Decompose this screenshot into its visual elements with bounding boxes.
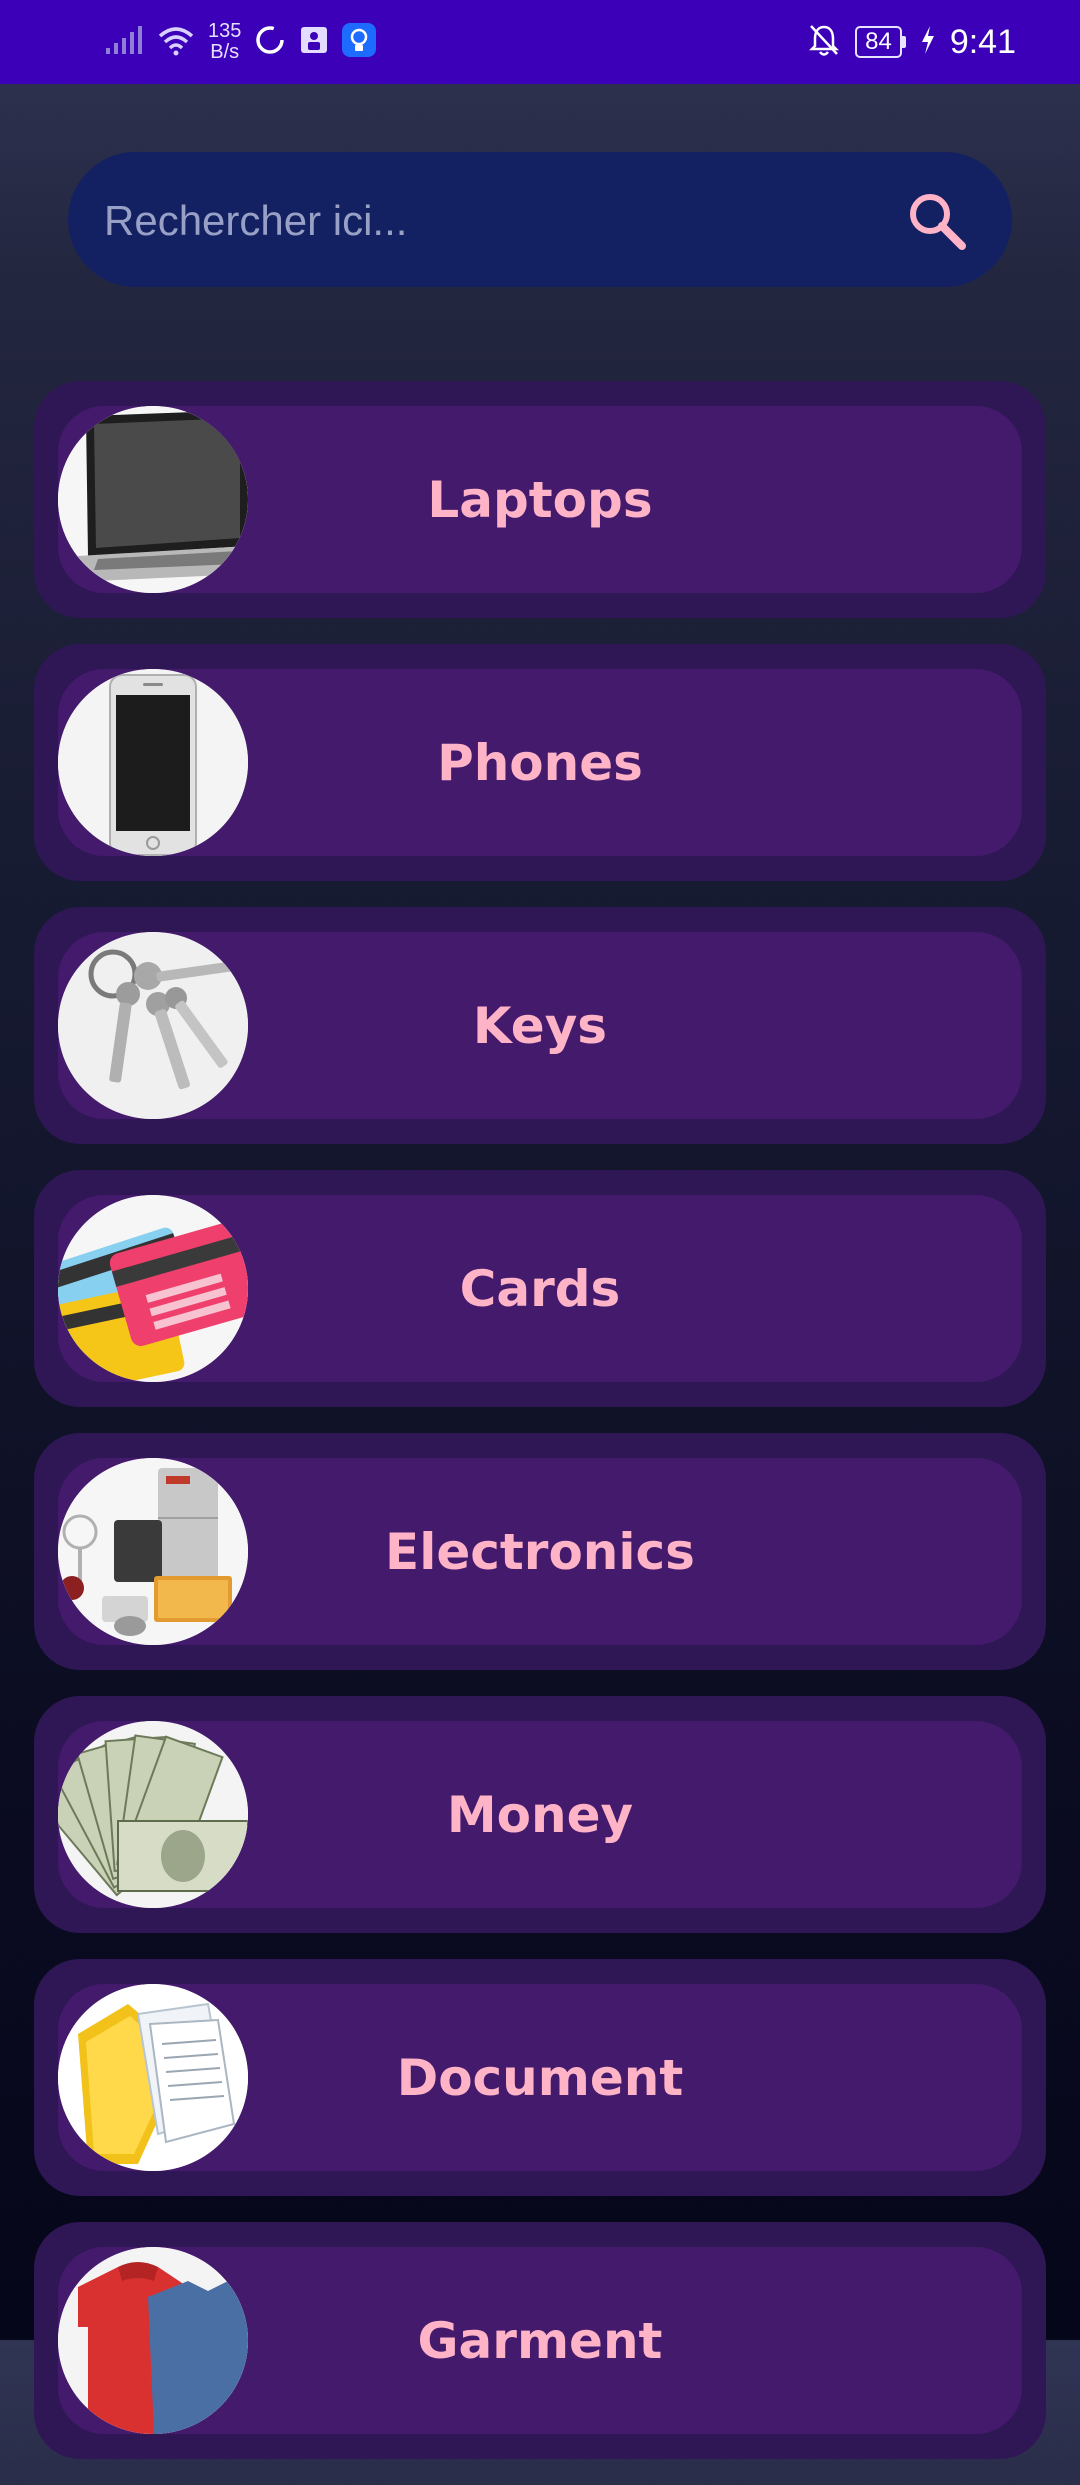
- status-bar: 135 B/s 84 9:41: [0, 0, 1080, 84]
- category-card-keys[interactable]: Keys: [34, 907, 1046, 1144]
- notification-app-icon: [299, 25, 329, 59]
- search-bar[interactable]: [68, 152, 1012, 289]
- category-label: Document: [396, 2048, 684, 2107]
- network-speed-unit: B/s: [210, 41, 240, 63]
- network-speed-value: 135: [208, 20, 242, 42]
- category-card-phones[interactable]: Phones: [34, 644, 1046, 881]
- battery-icon: 84: [855, 26, 906, 58]
- category-label: Cards: [459, 1259, 621, 1318]
- category-label: Keys: [472, 996, 608, 1055]
- category-card-cards[interactable]: Cards: [34, 1170, 1046, 1407]
- category-label: Money: [446, 1785, 634, 1844]
- charging-icon: [920, 25, 936, 59]
- network-speed: 135 B/s: [208, 21, 241, 63]
- category-card-laptops[interactable]: Laptops: [34, 381, 1046, 618]
- search-icon[interactable]: [904, 188, 970, 254]
- category-label: Electronics: [385, 1522, 695, 1581]
- sync-icon: [253, 23, 287, 61]
- category-list: Laptops Phones Keys Cards Electronics Mo…: [34, 381, 1046, 2485]
- category-label: Phones: [437, 733, 643, 792]
- category-card-electronics[interactable]: Electronics: [34, 1433, 1046, 1670]
- signal-icon: [104, 24, 144, 60]
- category-card-garment[interactable]: Garment: [34, 2222, 1046, 2459]
- status-bar-left: 135 B/s: [104, 16, 377, 68]
- category-card-document[interactable]: Document: [34, 1959, 1046, 2196]
- search-input[interactable]: [102, 152, 886, 289]
- category-label: Laptops: [427, 470, 653, 529]
- bell-muted-icon: [807, 22, 841, 62]
- wifi-icon: [156, 24, 196, 60]
- status-bar-right: 84 9:41: [807, 16, 1016, 68]
- clock: 9:41: [949, 22, 1016, 61]
- lightbulb-app-icon: [341, 22, 377, 62]
- category-card-money[interactable]: Money: [34, 1696, 1046, 1933]
- battery-level: 84: [855, 26, 902, 58]
- category-label: Garment: [417, 2311, 663, 2370]
